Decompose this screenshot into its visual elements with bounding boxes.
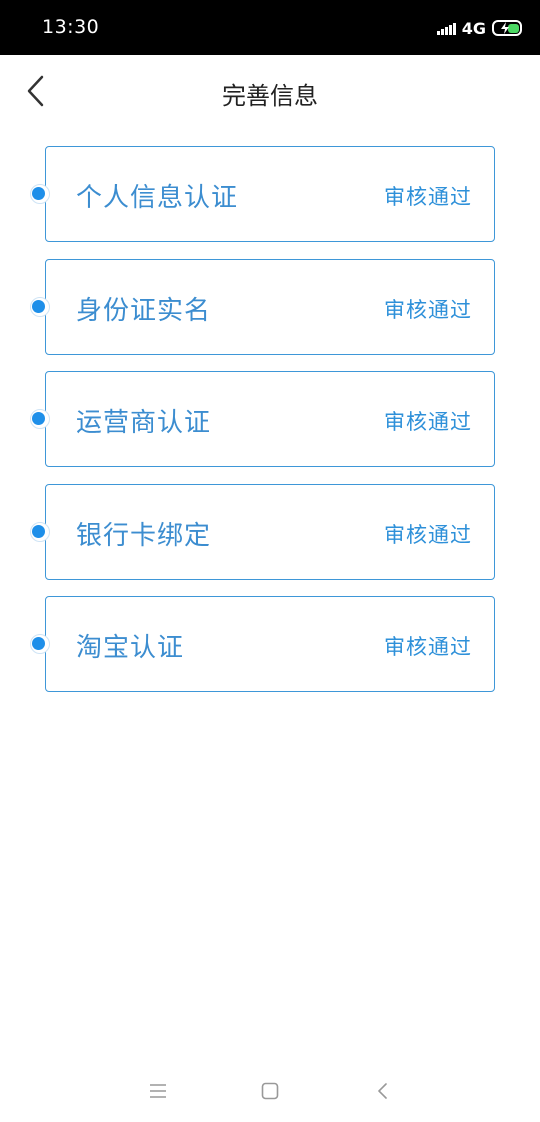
- list-item-id-verification: 身份证实名 审核通过: [0, 258, 540, 355]
- status-label: 审核通过: [384, 297, 472, 322]
- item-label: 个人信息认证: [76, 183, 239, 213]
- card-taobao[interactable]: 淘宝认证 审核通过: [45, 596, 495, 692]
- header: 完善信息: [0, 55, 540, 127]
- bullet-dot-icon: [30, 409, 50, 429]
- status-bar: 13:30 4G: [0, 0, 540, 55]
- status-time: 13:30: [42, 16, 100, 38]
- bullet-dot-icon: [30, 296, 50, 317]
- signal-icon: [437, 21, 456, 35]
- network-label: 4G: [461, 18, 486, 38]
- card-bank-card[interactable]: 银行卡绑定 审核通过: [45, 483, 495, 580]
- list-item-taobao: 淘宝认证 审核通过: [0, 596, 540, 692]
- item-label: 运营商认证: [76, 408, 212, 438]
- card-id-verification[interactable]: 身份证实名 审核通过: [45, 258, 495, 355]
- card-personal-info[interactable]: 个人信息认证 审核通过: [45, 146, 495, 242]
- status-label: 审核通过: [384, 185, 472, 209]
- page-title: 完善信息: [222, 82, 318, 110]
- card-carrier[interactable]: 运营商认证 审核通过: [45, 371, 495, 467]
- item-label: 身份证实名: [76, 295, 212, 326]
- status-label: 审核通过: [384, 522, 472, 547]
- list-item-carrier: 运营商认证 审核通过: [0, 371, 540, 467]
- item-label: 银行卡绑定: [76, 520, 212, 551]
- menu-icon[interactable]: [143, 1076, 173, 1106]
- status-right: 4G: [437, 17, 522, 39]
- list-item-personal-info: 个人信息认证 审核通过: [0, 146, 540, 242]
- system-nav-bar: [0, 1060, 540, 1122]
- item-label: 淘宝认证: [76, 633, 185, 663]
- home-icon[interactable]: [255, 1076, 285, 1106]
- bullet-dot-icon: [30, 634, 50, 654]
- status-label: 审核通过: [384, 635, 472, 659]
- bullet-dot-icon: [30, 521, 50, 542]
- back-icon[interactable]: [368, 1076, 398, 1106]
- status-label: 审核通过: [384, 410, 472, 434]
- battery-icon: [492, 20, 522, 36]
- bullet-dot-icon: [30, 184, 50, 204]
- verification-list: 个人信息认证 审核通过 身份证实名 审核通过 运营商认证 审核通过 银行卡绑定 …: [0, 146, 540, 709]
- list-item-bank-card: 银行卡绑定 审核通过: [0, 483, 540, 580]
